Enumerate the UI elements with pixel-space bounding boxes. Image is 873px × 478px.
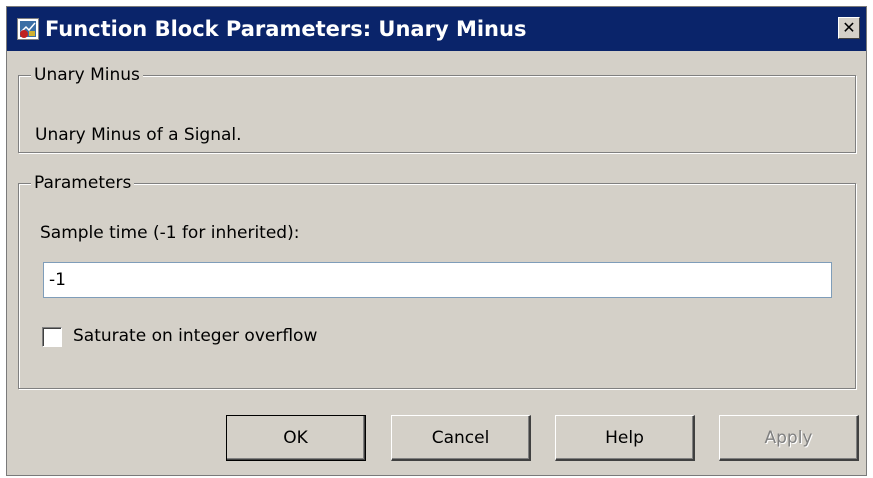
block-description: Unary Minus of a Signal. (35, 125, 242, 145)
sample-time-input[interactable] (43, 262, 832, 298)
saturate-checkbox-label[interactable]: Saturate on integer overflow (73, 326, 317, 346)
cancel-button[interactable]: Cancel (391, 415, 531, 461)
saturate-checkbox[interactable] (42, 327, 62, 347)
close-icon: ✕ (842, 18, 856, 37)
ok-button[interactable]: OK (226, 415, 366, 461)
help-button[interactable]: Help (555, 415, 695, 461)
sample-time-label: Sample time (-1 for inherited): (40, 223, 300, 243)
window-title: Function Block Parameters: Unary Minus (45, 17, 527, 41)
parameters-group-legend: Parameters (31, 173, 135, 193)
description-group: Unary Minus Unary Minus of a Signal. (18, 65, 856, 153)
title-bar[interactable]: Function Block Parameters: Unary Minus ✕ (7, 7, 866, 51)
apply-button[interactable]: Apply (719, 415, 859, 461)
simulink-block-icon (17, 18, 39, 40)
parameters-group: Parameters Sample time (-1 for inherited… (18, 173, 856, 389)
description-group-legend: Unary Minus (31, 65, 143, 85)
dialog-window: Function Block Parameters: Unary Minus ✕… (6, 6, 867, 476)
close-button[interactable]: ✕ (838, 17, 860, 39)
